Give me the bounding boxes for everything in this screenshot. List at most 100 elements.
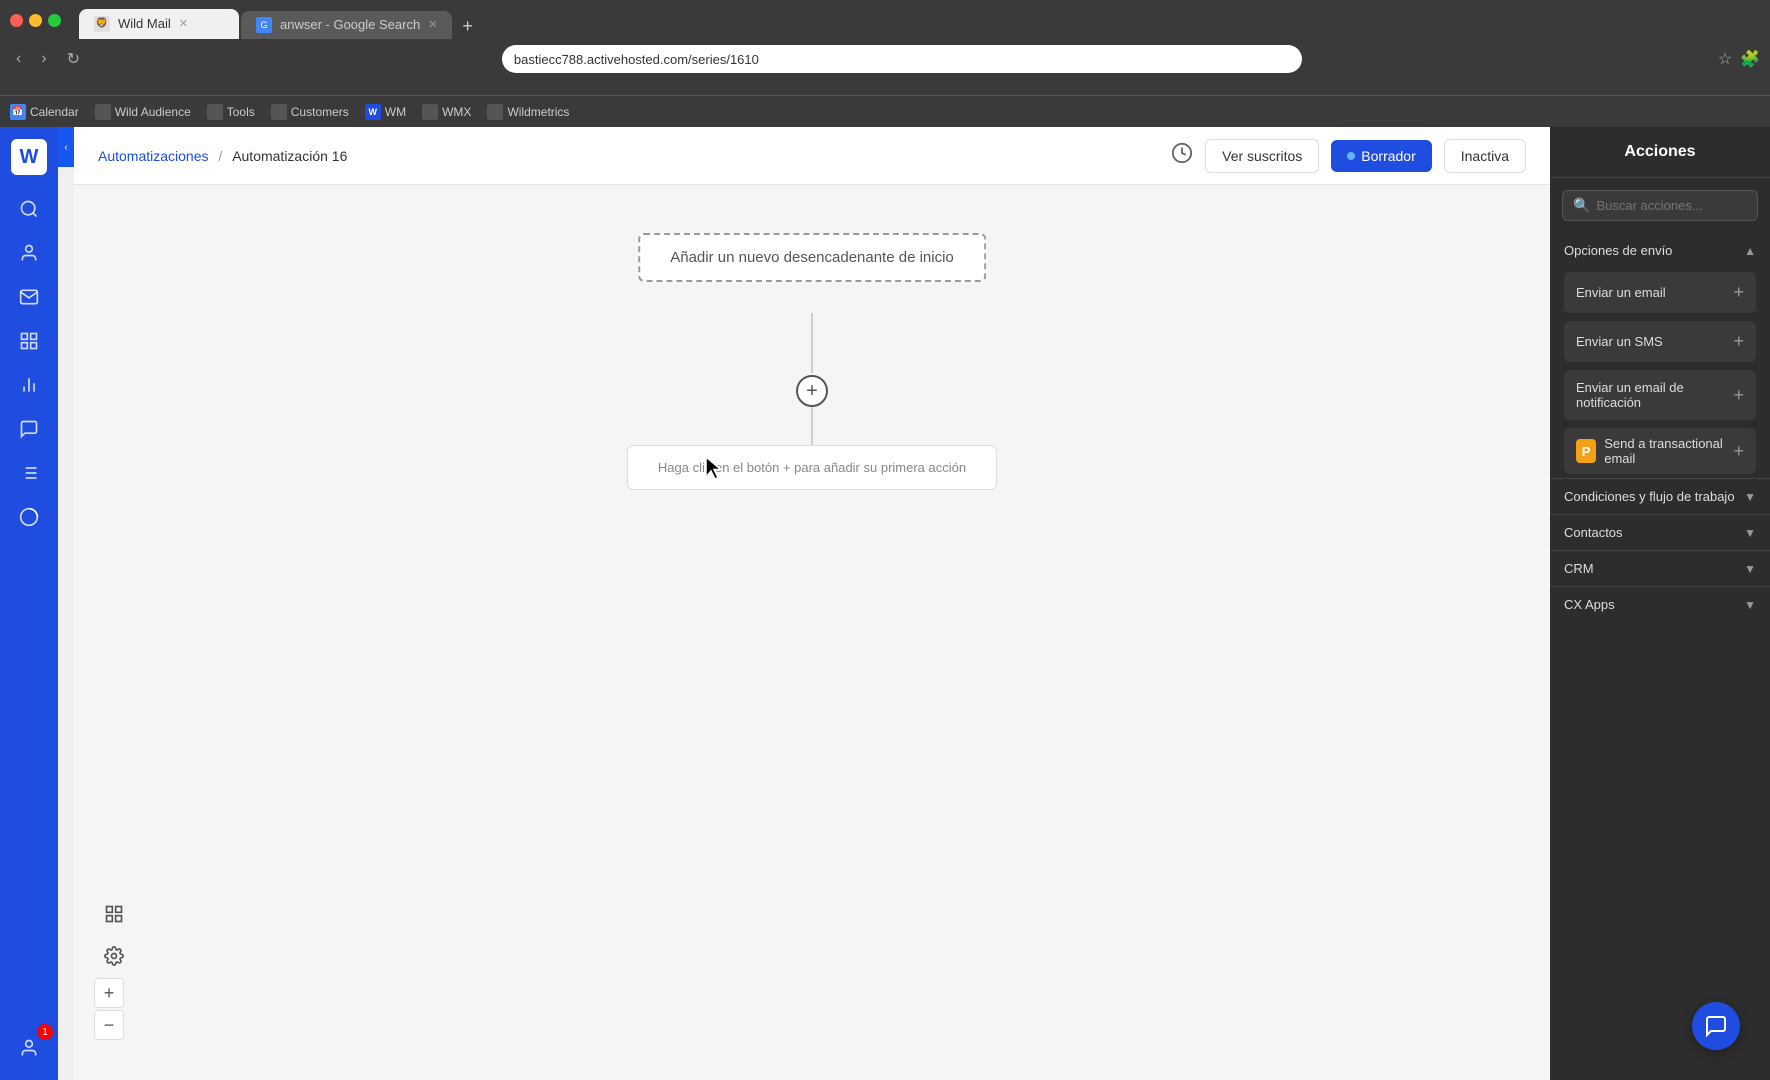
- actions-search-input[interactable]: [1596, 198, 1770, 213]
- top-bar-actions: Ver suscritos Borrador Inactiva: [1171, 139, 1526, 173]
- action-send-transactional-add-icon: +: [1733, 441, 1744, 462]
- breadcrumb-root-link[interactable]: Automatizaciones: [98, 148, 209, 164]
- action-enviar-notificacion-add-icon: +: [1733, 385, 1744, 406]
- sidebar-item-chat[interactable]: [9, 409, 49, 449]
- tab-title-google: anwser - Google Search: [280, 17, 420, 32]
- section-contactos-header[interactable]: Contactos ▼: [1550, 514, 1770, 550]
- tab-google-search[interactable]: G anwser - Google Search ✕: [241, 11, 452, 39]
- section-contactos-toggle: ▼: [1744, 526, 1756, 540]
- app-container: W 1 ‹: [0, 127, 1770, 1080]
- action-enviar-email-label: Enviar un email: [1576, 285, 1666, 300]
- action-send-transactional-label: Send a transactional email: [1604, 436, 1733, 466]
- history-button[interactable]: [1171, 142, 1193, 170]
- top-bar: Automatizaciones / Automatización 16 Ver…: [74, 127, 1550, 185]
- section-crm-title: CRM: [1564, 561, 1594, 576]
- tab-close-wildmail[interactable]: ✕: [179, 17, 188, 30]
- action-enviar-sms[interactable]: Enviar un SMS +: [1564, 321, 1756, 362]
- bookmark-star-icon[interactable]: ☆: [1718, 49, 1732, 69]
- bookmark-wmx[interactable]: WMX: [422, 104, 471, 120]
- section-cx-apps-title: CX Apps: [1564, 597, 1615, 612]
- wild-audience-icon: [95, 104, 111, 120]
- reload-button[interactable]: ↻: [61, 47, 86, 71]
- bookmark-wm-label: WM: [385, 105, 406, 119]
- sidebar-item-contacts[interactable]: [9, 233, 49, 273]
- tab-icon-wildmail: 🦁: [94, 16, 110, 32]
- section-crm-header[interactable]: CRM ▼: [1550, 550, 1770, 586]
- bookmark-calendar[interactable]: 📅 Calendar: [10, 104, 79, 120]
- chat-button[interactable]: [1692, 1002, 1740, 1050]
- zoom-out-icon: −: [104, 1015, 115, 1036]
- action-send-transactional-email[interactable]: P Send a transactional email +: [1564, 428, 1756, 474]
- bookmark-customers[interactable]: Customers: [271, 104, 349, 120]
- bookmark-wildmetrics[interactable]: Wildmetrics: [487, 104, 569, 120]
- ver-suscritos-button[interactable]: Ver suscritos: [1205, 139, 1319, 173]
- action-enviar-email[interactable]: Enviar un email +: [1564, 272, 1756, 313]
- logo-letter: W: [20, 146, 39, 169]
- wmx-icon: [422, 104, 438, 120]
- bookmark-tools[interactable]: Tools: [207, 104, 255, 120]
- bookmark-wild-audience[interactable]: Wild Audience: [95, 104, 191, 120]
- browser-chrome: 🦁 Wild Mail ✕ G anwser - Google Search ✕…: [0, 0, 1770, 95]
- sidebar-item-segments[interactable]: [9, 321, 49, 361]
- tab-icon-google: G: [256, 17, 272, 33]
- start-trigger-node[interactable]: Añadir un nuevo desencadenante de inicio: [638, 233, 986, 282]
- calendar-icon: 📅: [10, 104, 26, 120]
- section-contactos-title: Contactos: [1564, 525, 1623, 540]
- section-cx-apps-header[interactable]: CX Apps ▼: [1550, 586, 1770, 622]
- extensions-icon[interactable]: 🧩: [1740, 49, 1760, 69]
- customers-icon: [271, 104, 287, 120]
- zoom-in-button[interactable]: +: [94, 978, 124, 1008]
- panel-title: Acciones: [1550, 127, 1770, 178]
- section-cx-apps-toggle: ▼: [1744, 598, 1756, 612]
- action-enviar-notificacion-label: Enviar un email de notificación: [1576, 380, 1733, 410]
- close-dot[interactable]: [10, 14, 23, 27]
- back-button[interactable]: ‹: [10, 48, 27, 70]
- breadcrumb-current: Automatización 16: [232, 148, 347, 164]
- bookmarks-bar: 📅 Calendar Wild Audience Tools Customers…: [0, 95, 1770, 127]
- tab-title-wildmail: Wild Mail: [118, 16, 171, 31]
- sidebar-item-lists[interactable]: [9, 453, 49, 493]
- search-icon: 🔍: [1573, 197, 1590, 214]
- sidebar-item-analytics[interactable]: [9, 497, 49, 537]
- sidebar-item-reports[interactable]: [9, 365, 49, 405]
- borrador-button[interactable]: Borrador: [1331, 140, 1431, 172]
- bookmark-wm[interactable]: W WM: [365, 104, 406, 120]
- browser-toolbar-icons: ☆ 🧩: [1718, 49, 1760, 69]
- section-envio-header[interactable]: Opciones de envío ▲: [1550, 233, 1770, 268]
- bookmark-calendar-label: Calendar: [30, 105, 79, 119]
- zoom-in-icon: +: [104, 983, 115, 1004]
- main-content: Automatizaciones / Automatización 16 Ver…: [74, 127, 1550, 1080]
- connector-line-1: [811, 313, 813, 373]
- hint-node: Haga clic en el botón + para añadir su p…: [627, 445, 997, 490]
- new-tab-button[interactable]: +: [454, 16, 481, 37]
- action-enviar-email-add-icon: +: [1733, 282, 1744, 303]
- maximize-dot[interactable]: [48, 14, 61, 27]
- section-crm-toggle: ▼: [1744, 562, 1756, 576]
- zoom-out-button[interactable]: −: [94, 1010, 124, 1040]
- forward-button[interactable]: ›: [35, 48, 52, 70]
- app-logo[interactable]: W: [11, 139, 47, 175]
- inactiva-button[interactable]: Inactiva: [1444, 139, 1526, 173]
- url-text: bastiecc788.activehosted.com/series/1610: [514, 52, 759, 67]
- actions-search-box[interactable]: 🔍: [1562, 190, 1758, 221]
- connector-line-2: [811, 407, 813, 447]
- action-enviar-notificacion[interactable]: Enviar un email de notificación +: [1564, 370, 1756, 420]
- section-condiciones-toggle: ▼: [1744, 490, 1756, 504]
- sidebar-item-email[interactable]: [9, 277, 49, 317]
- section-condiciones-header[interactable]: Condiciones y flujo de trabajo ▼: [1550, 478, 1770, 514]
- sidebar-collapse-handle[interactable]: ‹: [58, 127, 74, 167]
- titlebar: 🦁 Wild Mail ✕ G anwser - Google Search ✕…: [0, 0, 1770, 40]
- minimize-dot[interactable]: [29, 14, 42, 27]
- notification-badge: 1: [37, 1024, 53, 1040]
- tab-close-google[interactable]: ✕: [428, 18, 437, 31]
- bookmark-wildmetrics-label: Wildmetrics: [507, 105, 569, 119]
- add-step-button[interactable]: +: [796, 375, 828, 407]
- tab-wild-mail[interactable]: 🦁 Wild Mail ✕: [79, 9, 239, 39]
- sidebar-item-search[interactable]: [9, 189, 49, 229]
- grid-view-button[interactable]: [94, 894, 134, 934]
- bookmark-wmx-label: WMX: [442, 105, 471, 119]
- section-envio-title: Opciones de envío: [1564, 243, 1672, 258]
- add-step-icon: +: [806, 380, 818, 403]
- address-bar[interactable]: bastiecc788.activehosted.com/series/1610: [502, 45, 1302, 73]
- settings-button[interactable]: [94, 936, 134, 976]
